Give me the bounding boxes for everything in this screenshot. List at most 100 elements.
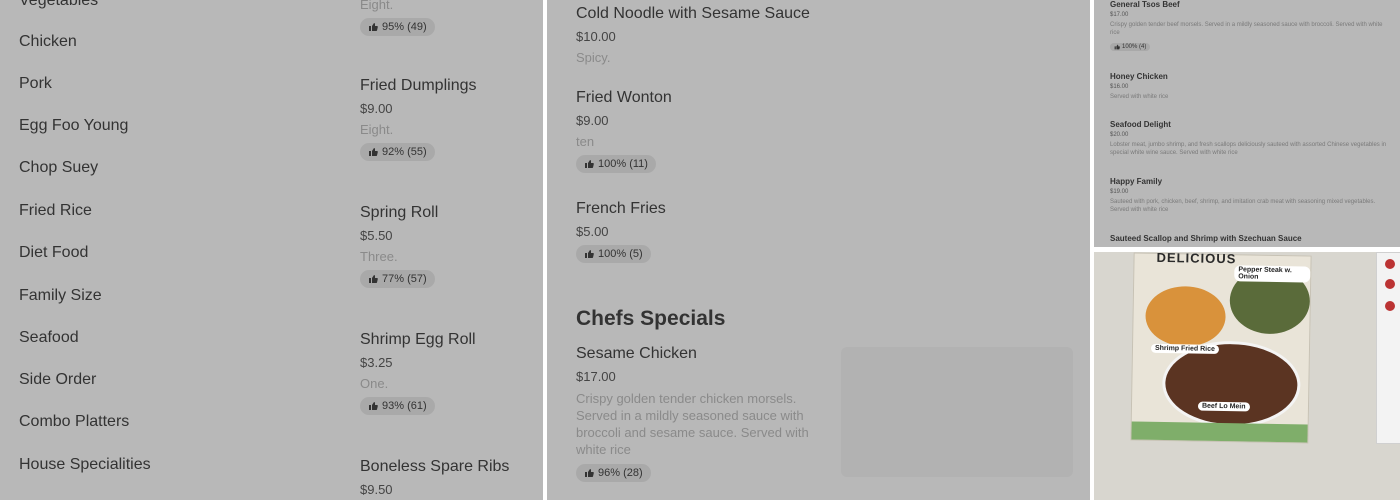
item-description: Crispy golden tender chicken morsels. Se… [576, 391, 809, 457]
thumbs-up-icon [585, 469, 594, 477]
item-name: Cold Noodle with Sesame Sauce [576, 5, 810, 22]
item-name: Honey Chicken [1110, 72, 1168, 81]
item-description: Served with white rice [1110, 94, 1169, 100]
rating-text: 96% (28) [598, 467, 643, 479]
category-chicken[interactable]: Chicken [19, 33, 77, 51]
rating-badge: 100% (4) [1110, 43, 1151, 51]
menu-item[interactable]: Happy Family $19.00 Sauteed with pork, c… [1110, 177, 1390, 214]
item-name: Shrimp Egg Roll [360, 331, 476, 348]
item-price: $17.00 [576, 369, 616, 384]
menu-panel-items: Cold Noodle with Sesame Sauce $10.00 Spi… [547, 0, 1090, 500]
category-combo-platters[interactable]: Combo Platters [19, 413, 129, 431]
poster-title: DELICIOUS [1156, 252, 1237, 267]
section-title: Chefs Specials [576, 307, 726, 330]
menu-item[interactable]: Honey Chicken $16.00 Served with white r… [1110, 72, 1390, 101]
item-name: Happy Family [1110, 177, 1163, 186]
item-name: Spring Roll [360, 204, 439, 221]
category-pork[interactable]: Pork [19, 75, 52, 93]
menu-item[interactable]: Fried Dumplings $9.00 Eight. 92% (55) [360, 77, 530, 162]
rating-badge: 100% (5) [576, 245, 651, 263]
item-name: Sesame Chicken [576, 345, 697, 362]
menu-item[interactable]: Eight. 95% (49) [360, 0, 530, 37]
item-price: $10.00 [576, 29, 616, 44]
item-name: Fried Dumplings [360, 77, 477, 94]
item-description: One. [360, 376, 389, 391]
adjacent-poster [1376, 252, 1400, 444]
item-description: Crispy golden tender beef morsels. Serve… [1110, 22, 1383, 36]
rating-badge: 100% (11) [576, 155, 656, 173]
rating-text: 95% (49) [382, 21, 427, 33]
menu-item[interactable]: Cold Noodle with Sesame Sauce $10.00 Spi… [576, 5, 836, 71]
category-family-size[interactable]: Family Size [19, 287, 102, 305]
category-fried-rice[interactable]: Fried Rice [19, 202, 92, 220]
item-price: $5.00 [576, 224, 609, 239]
label-pepper-steak: Pepper Steak w. Onion [1234, 265, 1311, 283]
rating-text: 100% (5) [598, 248, 643, 260]
menu-panel-specials: General Tsos Beef $17.00 Crispy golden t… [1094, 0, 1400, 247]
item-name: Boneless Spare Ribs [360, 458, 510, 475]
item-price: $20.00 [1110, 132, 1129, 138]
menu-item[interactable]: French Fries $5.00 100% (5) [576, 200, 836, 264]
rating-text: 92% (55) [382, 146, 427, 158]
item-description: Lobster meat, jumbo shrimp, and fresh sc… [1110, 142, 1387, 156]
item-description: Spicy. [576, 50, 611, 65]
category-chop-suey[interactable]: Chop Suey [19, 159, 98, 177]
menu-poster-photo: DELICIOUS Pepper Steak w. Onion Shrimp F… [1130, 252, 1312, 444]
item-price: $5.50 [360, 228, 393, 243]
rating-badge: 95% (49) [360, 18, 435, 36]
item-price: $9.00 [360, 101, 393, 116]
item-description: Three. [360, 249, 398, 264]
category-diet-food[interactable]: Diet Food [19, 244, 88, 262]
menu-photo: DELICIOUS Pepper Steak w. Onion Shrimp F… [1094, 252, 1400, 500]
thumbs-up-icon [369, 23, 378, 31]
label-beef-lo-mein: Beef Lo Mein [1197, 401, 1250, 412]
item-price: $3.25 [360, 355, 393, 370]
item-description: Eight. [360, 122, 394, 137]
item-price: $9.00 [576, 113, 609, 128]
menu-item[interactable]: Boneless Spare Ribs $9.50 [360, 458, 530, 500]
category-house-specialities[interactable]: House Specialities [19, 456, 151, 474]
item-name: Seafood Delight [1110, 120, 1171, 129]
poster-bottom-strip [1131, 421, 1308, 443]
item-name: General Tsos Beef [1110, 0, 1180, 9]
thumbs-up-icon [369, 148, 378, 156]
rating-badge: 92% (55) [360, 143, 435, 161]
menu-item[interactable]: Sesame Chicken $17.00 Crispy golden tend… [576, 345, 836, 483]
menu-item[interactable]: Sauteed Scallop and Shrimp with Szechuan… [1110, 234, 1390, 243]
item-name: Sauteed Scallop and Shrimp with Szechuan… [1110, 234, 1302, 243]
menu-item[interactable]: Spring Roll $5.50 Three. 77% (57) [360, 204, 530, 289]
decor-dot [1385, 301, 1395, 311]
menu-item[interactable]: Shrimp Egg Roll $3.25 One. 93% (61) [360, 331, 530, 416]
rating-badge: 93% (61) [360, 397, 435, 415]
rating-text: 100% (11) [598, 158, 648, 170]
decor-dot [1385, 259, 1395, 269]
thumbs-up-icon [585, 160, 594, 168]
decor-dot [1385, 279, 1395, 289]
category-side-order[interactable]: Side Order [19, 371, 96, 389]
label-shrimp-fried-rice: Shrimp Fried Rice [1150, 343, 1219, 354]
menu-item[interactable]: General Tsos Beef $17.00 Crispy golden t… [1110, 0, 1390, 55]
item-name: French Fries [576, 200, 666, 217]
category-vegetables[interactable]: Vegetables [19, 0, 98, 10]
menu-item[interactable]: Seafood Delight $20.00 Lobster meat, jum… [1110, 120, 1390, 157]
rating-text: 100% (4) [1122, 44, 1147, 50]
item-price: $16.00 [1110, 84, 1129, 90]
item-price: $19.00 [1110, 189, 1129, 195]
rating-text: 93% (61) [382, 400, 427, 412]
item-price: $9.50 [360, 482, 393, 497]
item-description: ten [576, 134, 595, 149]
thumbs-up-icon [369, 275, 378, 283]
category-egg-foo-young[interactable]: Egg Foo Young [19, 117, 128, 135]
rating-badge: 77% (57) [360, 270, 435, 288]
menu-item[interactable]: Fried Wonton $9.00 ten 100% (11) [576, 89, 836, 174]
item-description: Eight. [360, 0, 394, 12]
thumbs-up-icon [585, 250, 594, 258]
menu-panel-categories: Vegetables Chicken Pork Egg Foo Young Ch… [0, 0, 543, 500]
item-description: Sauteed with pork, chicken, beef, shrimp… [1110, 199, 1376, 213]
item-price: $17.00 [1110, 12, 1129, 18]
fried-rice-plate [1145, 285, 1227, 348]
thumbs-up-icon [1114, 44, 1120, 50]
category-seafood[interactable]: Seafood [19, 329, 79, 347]
item-name: Fried Wonton [576, 89, 672, 106]
item-image[interactable] [841, 347, 1073, 477]
